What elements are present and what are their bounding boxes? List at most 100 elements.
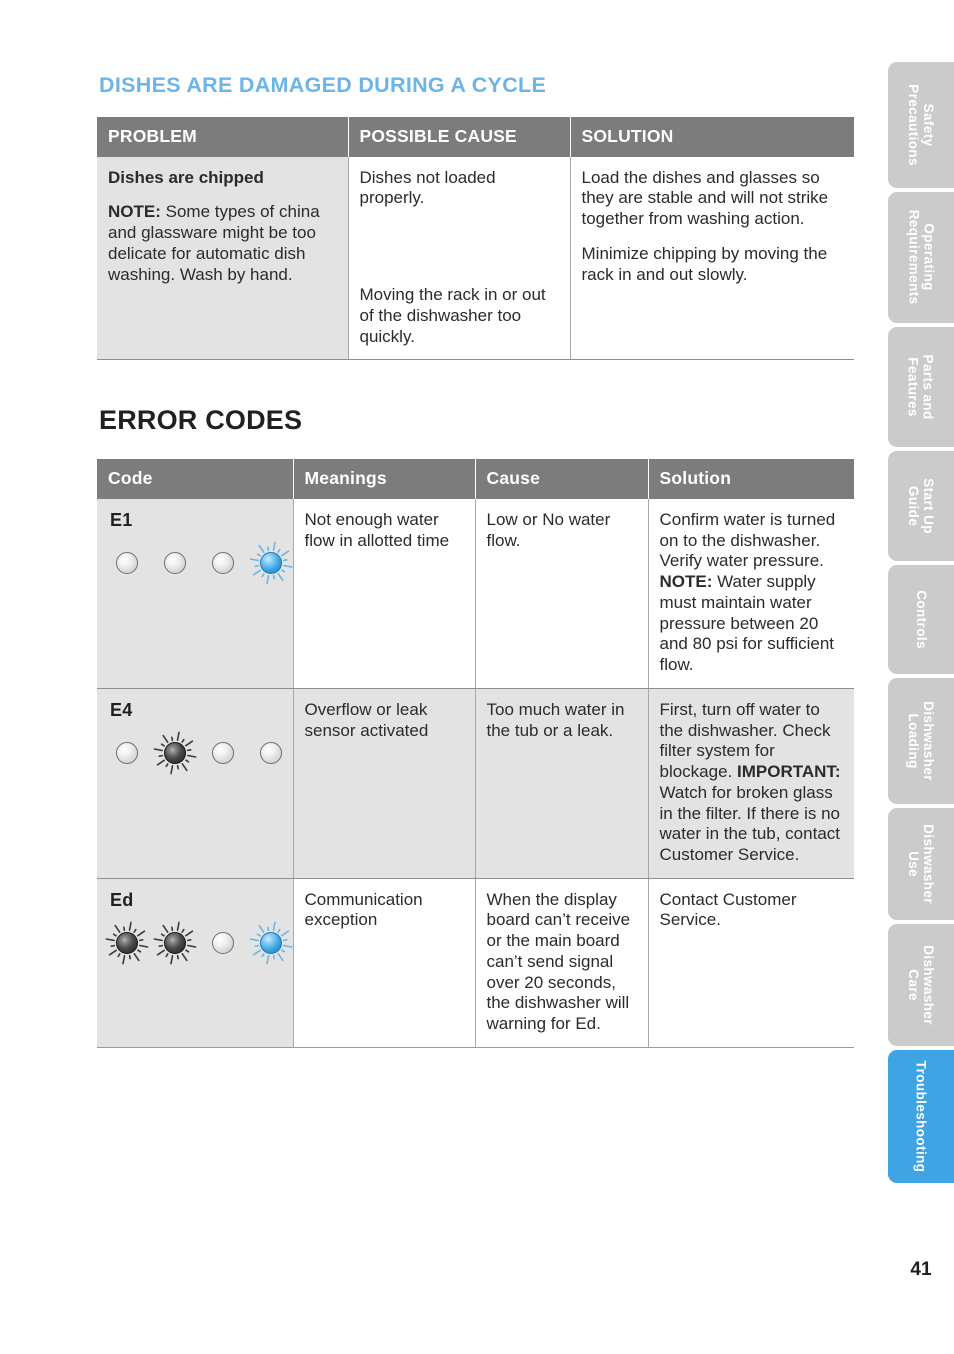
solution-text: First, turn off water to the dishwasher.…	[660, 700, 844, 866]
chapter-tab-line2: Features	[906, 357, 921, 417]
chapter-tab-controls[interactable]: Controls	[888, 565, 954, 674]
led-bulb	[260, 741, 282, 764]
chapter-tab-label: Operating Requirements	[906, 210, 936, 305]
led-bulb	[260, 551, 282, 574]
chapter-tab-line2: Use	[906, 851, 921, 877]
error-codes-body: E1 Not enough water flow in allotted time…	[97, 499, 854, 1048]
column-header-cause: Cause	[475, 459, 649, 499]
table-row: Ed Communication exception When the displa…	[97, 878, 854, 1048]
cell-code: E1	[97, 499, 294, 689]
page-content: DISHES ARE DAMAGED DURING A CYCLE PROBLE…	[97, 73, 854, 1048]
led-indicator-lit-dark	[153, 731, 197, 775]
chapter-tab-rail: Safety Precautions Operating Requirements Pa…	[888, 62, 954, 1187]
chapter-tab-line2: Care	[906, 969, 921, 1001]
chapter-tab-line1: Operating	[921, 223, 937, 292]
cell-problem: Dishes are chipped NOTE: Some types of c…	[97, 156, 349, 361]
section-heading-error-codes: ERROR CODES	[99, 405, 303, 436]
cell-code: Ed	[97, 878, 294, 1048]
chapter-tab-label: Dishwasher Use	[906, 824, 936, 904]
problem-title: Dishes are chipped	[108, 167, 264, 187]
led-indicator-off	[258, 740, 284, 766]
solution-text: Confirm water is turned on to the dishwa…	[660, 510, 844, 676]
meaning-text: Communication exception	[304, 889, 423, 930]
chapter-tab-dishwasher-care[interactable]: Dishwasher Care	[888, 924, 954, 1046]
chapter-tab-safety-precautions[interactable]: Safety Precautions	[888, 62, 954, 188]
led-bulb	[164, 741, 186, 764]
cause-text: Too much water in the tub or a leak.	[486, 699, 625, 740]
led-bulb	[116, 741, 138, 764]
cell-cause: When the display board can’t receive or …	[475, 878, 649, 1048]
chapter-tab-line1: Safety	[921, 103, 937, 147]
led-bulb	[164, 551, 186, 574]
error-codes-table: Code Meanings Cause Solution E1 Not enoug…	[97, 459, 854, 1048]
chapter-tab-line2: Guide	[906, 485, 921, 527]
solution-text-2: Minimize chipping by moving the rack in …	[581, 243, 828, 284]
error-code-label: E4	[110, 699, 133, 720]
cell-solution: Confirm water is turned on to the dishwa…	[648, 499, 854, 689]
cell-possible-cause: Dishes not loaded properly. Moving the r…	[348, 156, 571, 361]
led-indicator-row	[108, 541, 293, 585]
table-header-row: Code Meanings Cause Solution	[97, 459, 854, 499]
cell-meaning: Not enough water flow in allotted time	[293, 499, 476, 689]
cause-text: Low or No water flow.	[486, 510, 611, 550]
led-indicator-off	[210, 930, 236, 956]
chapter-tab-start-up-guide[interactable]: Start Up Guide	[888, 451, 954, 561]
chapter-tab-line1: Dishwasher	[921, 945, 937, 1025]
cell-cause: Too much water in the tub or a leak.	[475, 688, 649, 879]
solution-emphasis-label: IMPORTANT:	[737, 762, 841, 782]
section-heading-dishes-damaged: DISHES ARE DAMAGED DURING A CYCLE	[99, 73, 547, 97]
led-bulb	[116, 551, 138, 574]
cell-solution: Contact Customer Service.	[648, 878, 854, 1048]
meaning-text: Not enough water flow in allotted time	[304, 510, 450, 550]
cell-spacer	[360, 223, 559, 285]
solution-text-1: Load the dishes and glasses so they are …	[581, 167, 829, 229]
cell-solution: First, turn off water to the dishwasher.…	[648, 688, 854, 879]
led-bulb	[212, 551, 234, 574]
led-indicator-lit-blue	[249, 541, 293, 585]
cell-code: E4	[97, 688, 294, 879]
chapter-tab-label: Controls	[913, 590, 929, 649]
chapter-tab-label: Parts and Features	[906, 354, 936, 419]
chapter-tab-dishwasher-use[interactable]: Dishwasher Use	[888, 808, 954, 920]
cell-cause: Low or No water flow.	[475, 499, 649, 689]
chapter-tab-line1: Troubleshooting	[913, 1060, 929, 1173]
led-indicator-off	[210, 740, 236, 766]
chapter-tab-line1: Dishwasher	[921, 824, 937, 904]
problem-note: NOTE: Some types of china and glassware …	[108, 202, 337, 285]
led-indicator-row	[108, 731, 282, 775]
solution-text: Contact Customer Service.	[660, 890, 844, 931]
column-header-solution: SOLUTION	[570, 116, 854, 157]
chapter-tab-operating-requirements[interactable]: Operating Requirements	[888, 192, 954, 323]
led-indicator-lit-dark	[153, 921, 197, 965]
led-indicator-row	[105, 921, 293, 965]
page-number: 41	[910, 1259, 932, 1280]
led-indicator-lit-dark	[105, 921, 149, 965]
cell-meaning: Communication exception	[293, 878, 476, 1048]
chapter-tab-line1: Start Up	[921, 478, 937, 534]
table-row: Dishes are chipped NOTE: Some types of c…	[97, 156, 854, 361]
led-bulb	[212, 931, 234, 954]
solution-text-part1: Confirm water is turned on to the dishwa…	[659, 510, 836, 571]
chapter-tab-parts-and-features[interactable]: Parts and Features	[888, 327, 954, 447]
led-indicator-lit-blue	[249, 921, 293, 965]
led-indicator-off	[210, 550, 236, 576]
cell-meaning: Overflow or leak sensor activated	[293, 688, 476, 879]
led-indicator-off	[162, 550, 188, 576]
dishes-damaged-table: PROBLEM POSSIBLE CAUSE SOLUTION Dishes a…	[97, 116, 854, 361]
led-bulb	[260, 931, 282, 954]
chapter-tab-troubleshooting[interactable]: Troubleshooting	[888, 1050, 954, 1183]
led-indicator-off	[114, 740, 140, 766]
table-header-row: PROBLEM POSSIBLE CAUSE SOLUTION	[97, 116, 854, 157]
led-bulb	[212, 741, 234, 764]
led-indicator-off	[114, 550, 140, 576]
chapter-tab-dishwasher-loading[interactable]: Dishwasher Loading	[888, 678, 954, 804]
cause-text-1: Dishes not loaded properly.	[359, 167, 496, 208]
chapter-tab-label: Dishwasher Loading	[906, 701, 936, 781]
chapter-tab-line1: Dishwasher	[921, 701, 937, 781]
cell-solution: Load the dishes and glasses so they are …	[570, 156, 854, 361]
chapter-tab-line1: Controls	[913, 590, 929, 649]
chapter-tab-line1: Parts and	[921, 354, 937, 420]
column-header-meanings: Meanings	[293, 459, 476, 499]
solution-emphasis-label: NOTE:	[659, 572, 713, 592]
